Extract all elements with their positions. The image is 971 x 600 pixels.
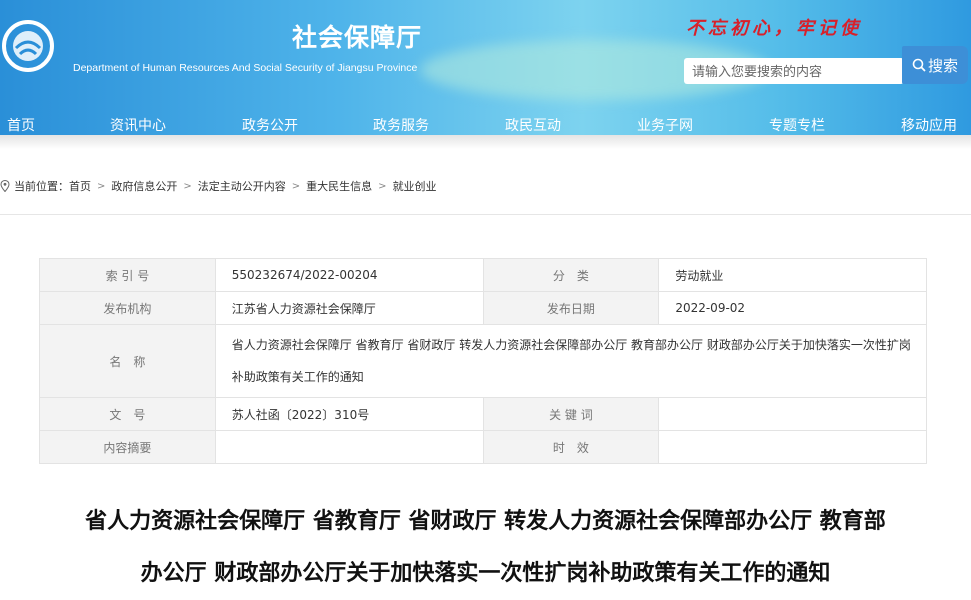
breadcrumb-separator: >: [97, 180, 106, 192]
name-label: 名 称: [39, 324, 216, 398]
search-button-label: 搜索: [927, 56, 958, 75]
name-value-line: 省人力资源社会保障厅 省教育厅 省财政厅 转发人力资源社会保障部办公厅 教育部办…: [231, 338, 911, 352]
breadcrumb-separator: >: [378, 180, 387, 192]
search-button[interactable]: 搜索: [902, 46, 968, 84]
publisher-label: 发布机构: [39, 291, 216, 325]
nav-item-subnet[interactable]: 业务子网: [637, 115, 693, 135]
nav-item-gov-open[interactable]: 政务公开: [242, 115, 298, 135]
name-value: 省人力资源社会保障厅 省教育厅 省财政厅 转发人力资源社会保障部办公厅 教育部办…: [214, 324, 928, 398]
breadcrumb-item-gov-info[interactable]: 政府信息公开: [111, 178, 177, 194]
search-icon: [912, 58, 926, 72]
date-value: 2022-09-02: [658, 291, 927, 325]
main-nav: 首页 资讯中心 政务公开 政务服务 政民互动 业务子网 专题专栏 移动应用: [0, 113, 971, 135]
table-row: 发布机构 江苏省人力资源社会保障厅 发布日期 2022-09-02: [39, 291, 927, 325]
category-label: 分 类: [482, 258, 660, 292]
summary-label: 内容摘要: [39, 430, 216, 464]
breadcrumb-item-statutory[interactable]: 法定主动公开内容: [198, 178, 286, 194]
nav-item-special[interactable]: 专题专栏: [769, 115, 825, 135]
content-divider: [0, 214, 971, 215]
breadcrumb-item-home[interactable]: 首页: [69, 178, 91, 194]
table-row: 文 号 苏人社函〔2022〕310号 关 键 词: [39, 397, 927, 431]
breadcrumb-item-employment[interactable]: 就业创业: [393, 178, 437, 194]
document-title-line: 办公厅 财政部办公厅关于加快落实一次性扩岗补助政策有关工作的通知: [140, 561, 831, 586]
document-title: 省人力资源社会保障厅 省教育厅 省财政厅 转发人力资源社会保障部办公厅 教育部 …: [30, 496, 941, 600]
name-value-line: 补助政策有关工作的通知: [231, 370, 364, 384]
validity-label: 时 效: [482, 430, 660, 464]
nav-item-news[interactable]: 资讯中心: [110, 115, 166, 135]
docno-value: 苏人社函〔2022〕310号: [214, 397, 484, 431]
table-row: 内容摘要 时 效: [39, 430, 927, 464]
summary-value: [214, 430, 484, 464]
site-subtitle-en: Department of Human Resources And Social…: [73, 62, 418, 74]
location-pin-icon: [0, 180, 10, 192]
category-value: 劳动就业: [658, 258, 927, 292]
index-value: 550232674/2022-00204: [214, 258, 484, 292]
department-logo-icon[interactable]: [2, 6, 58, 76]
breadcrumb-prefix: 当前位置：: [14, 180, 69, 193]
slogan-text: 不忘初心，牢记使: [686, 18, 862, 39]
nav-item-home[interactable]: 首页: [7, 115, 35, 135]
table-row: 名 称 省人力资源社会保障厅 省教育厅 省财政厅 转发人力资源社会保障部办公厅 …: [39, 324, 928, 398]
nav-item-gov-service[interactable]: 政务服务: [373, 115, 429, 135]
nav-item-mobile[interactable]: 移动应用: [901, 115, 957, 135]
site-header: 社会保障厅 Department of Human Resources And …: [0, 0, 971, 135]
index-label: 索 引 号: [39, 258, 216, 292]
breadcrumb-separator: >: [291, 180, 301, 192]
breadcrumb-item-livelihood[interactable]: 重大民生信息: [306, 178, 372, 194]
nav-item-interaction[interactable]: 政民互动: [505, 115, 561, 135]
docno-label: 文 号: [39, 397, 216, 431]
validity-value: [658, 430, 927, 464]
breadcrumb-separator: >: [183, 180, 192, 192]
header-shadow: [0, 135, 971, 149]
document-meta-table: 索 引 号 550232674/2022-00204 分 类 劳动就业 发布机构…: [39, 258, 928, 464]
search-input[interactable]: 请输入您要搜索的内容: [684, 58, 904, 84]
keywords-value: [658, 397, 927, 431]
breadcrumb: 当前位置： 首页 > 政府信息公开 > 法定主动公开内容 > 重大民生信息 > …: [0, 178, 437, 194]
date-label: 发布日期: [482, 291, 660, 325]
site-title: 社会保障厅: [292, 23, 423, 52]
keywords-label: 关 键 词: [482, 397, 660, 431]
document-title-line: 省人力资源社会保障厅 省教育厅 省财政厅 转发人力资源社会保障部办公厅 教育部: [85, 509, 886, 534]
publisher-value: 江苏省人力资源社会保障厅: [214, 291, 484, 325]
table-row: 索 引 号 550232674/2022-00204 分 类 劳动就业: [39, 258, 927, 292]
